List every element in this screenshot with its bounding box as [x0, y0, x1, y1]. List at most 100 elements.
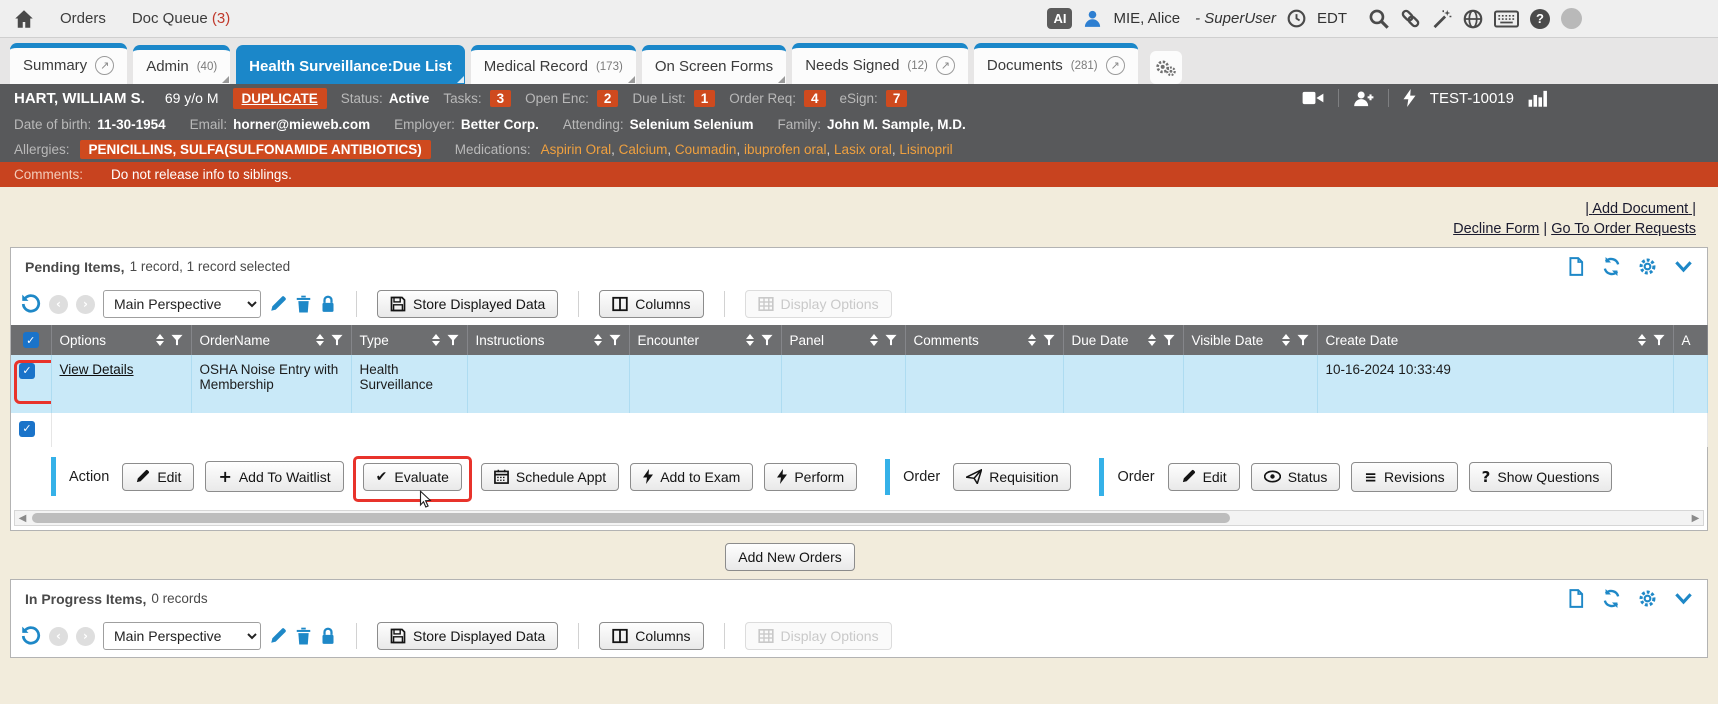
columns-button[interactable]: Columns [599, 290, 703, 318]
globe-icon[interactable] [1463, 9, 1483, 29]
filter-funnel-icon[interactable] [1653, 334, 1665, 346]
filter-funnel-icon[interactable] [171, 334, 183, 346]
add-person-icon[interactable] [1353, 90, 1374, 107]
refresh-icon[interactable] [1602, 589, 1621, 608]
next-perspective-icon[interactable]: › [76, 627, 95, 646]
sort-icon[interactable] [1282, 334, 1290, 346]
tab-admin[interactable]: Admin (40) [133, 45, 230, 84]
ai-badge[interactable]: AI [1047, 8, 1072, 29]
revisions-button[interactable]: ≡ Revisions [1351, 462, 1457, 492]
nav-doc-queue[interactable]: Doc Queue (3) [132, 10, 230, 27]
add-to-exam-button[interactable]: Add to Exam [630, 463, 753, 491]
duplicate-badge[interactable]: DUPLICATE [233, 88, 327, 109]
tab-documents[interactable]: Documents (281) ↗ [974, 43, 1138, 84]
evaluate-button[interactable]: ✔ Evaluate [363, 463, 462, 491]
next-perspective-icon[interactable]: › [76, 295, 95, 314]
sort-icon[interactable] [1028, 334, 1036, 346]
tab-on-screen-forms[interactable]: On Screen Forms [642, 45, 786, 84]
add-document-link[interactable]: Add Document [1585, 201, 1696, 217]
link-icon[interactable] [1400, 8, 1421, 29]
horizontal-scrollbar[interactable]: ◀ ▶ [14, 510, 1704, 526]
sort-icon[interactable] [1638, 334, 1646, 346]
perspective-select[interactable]: Main Perspective [103, 622, 261, 650]
collapse-chevron-icon[interactable] [1674, 591, 1693, 606]
order-req-count-badge[interactable]: 4 [804, 90, 826, 107]
filter-funnel-icon[interactable] [447, 334, 459, 346]
view-details-link[interactable]: View Details [60, 362, 134, 377]
delete-perspective-trash-icon[interactable] [295, 295, 312, 313]
home-icon[interactable] [14, 9, 34, 29]
filter-funnel-icon[interactable] [885, 334, 897, 346]
sort-icon[interactable] [316, 334, 324, 346]
store-displayed-data-button[interactable]: Store Displayed Data [377, 290, 558, 318]
allergies-badge[interactable]: PENICILLINS, SULFA(SULFONAMIDE ANTIBIOTI… [80, 140, 431, 159]
gear-icon[interactable] [1638, 589, 1657, 608]
pending-item-row[interactable]: View Details OSHA Noise Entry with Membe… [11, 355, 1707, 413]
perspective-select[interactable]: Main Perspective [103, 290, 261, 318]
sort-icon[interactable] [594, 334, 602, 346]
medication-link[interactable]: Lisinopril [899, 142, 952, 157]
reset-perspective-icon[interactable] [21, 626, 41, 646]
open-enc-count-badge[interactable]: 2 [597, 90, 619, 107]
sort-icon[interactable] [1148, 334, 1156, 346]
scroll-left-arrow[interactable]: ◀ [15, 511, 30, 525]
nav-orders[interactable]: Orders [60, 10, 106, 27]
collapse-chevron-icon[interactable] [1674, 259, 1693, 274]
scrollbar-thumb[interactable] [32, 513, 1230, 523]
wand-icon[interactable] [1432, 9, 1452, 29]
add-new-orders-button[interactable]: Add New Orders [725, 543, 854, 571]
filter-funnel-icon[interactable] [331, 334, 343, 346]
decline-form-link[interactable]: Decline Form [1453, 221, 1539, 237]
user-name[interactable]: MIE, Alice [1113, 10, 1180, 27]
help-icon[interactable]: ? [1530, 9, 1550, 29]
show-questions-button[interactable]: ? Show Questions [1469, 462, 1613, 492]
new-document-icon[interactable] [1567, 589, 1585, 608]
order-edit-button[interactable]: Edit [1168, 463, 1240, 491]
lock-perspective-icon[interactable] [320, 295, 336, 313]
video-camera-icon[interactable] [1302, 90, 1324, 106]
external-link-icon[interactable]: ↗ [1106, 56, 1125, 75]
footer-checkbox[interactable] [19, 421, 35, 437]
avatar[interactable] [1561, 8, 1582, 29]
new-document-icon[interactable] [1567, 257, 1585, 276]
add-to-waitlist-button[interactable]: + Add To Waitlist [205, 461, 343, 492]
medication-link[interactable]: Calcium [619, 142, 675, 157]
medication-link[interactable]: Lasix oral [834, 142, 899, 157]
columns-button[interactable]: Columns [599, 622, 703, 650]
reset-perspective-icon[interactable] [21, 294, 41, 314]
tab-summary[interactable]: Summary ↗ [10, 43, 127, 84]
sort-icon[interactable] [156, 334, 164, 346]
filter-funnel-icon[interactable] [609, 334, 621, 346]
prev-perspective-icon[interactable]: ‹ [49, 627, 68, 646]
prev-perspective-icon[interactable]: ‹ [49, 295, 68, 314]
filter-funnel-icon[interactable] [1297, 334, 1309, 346]
requisition-button[interactable]: Requisition [953, 463, 1071, 491]
bolt-icon[interactable] [1403, 89, 1416, 107]
tab-health-surveillance-due-list[interactable]: Health Surveillance:Due List [236, 45, 465, 84]
external-link-icon[interactable]: ↗ [936, 56, 955, 75]
perform-button[interactable]: Perform [764, 463, 857, 491]
schedule-appt-button[interactable]: Schedule Appt [481, 463, 619, 491]
sort-icon[interactable] [432, 334, 440, 346]
sort-icon[interactable] [746, 334, 754, 346]
bar-chart-icon[interactable] [1528, 90, 1548, 107]
refresh-icon[interactable] [1602, 257, 1621, 276]
store-displayed-data-button[interactable]: Store Displayed Data [377, 622, 558, 650]
lock-perspective-icon[interactable] [320, 627, 336, 645]
external-link-icon[interactable]: ↗ [95, 56, 114, 75]
status-button[interactable]: Status [1251, 463, 1341, 491]
due-list-count-badge[interactable]: 1 [694, 90, 716, 107]
sort-icon[interactable] [870, 334, 878, 346]
filter-funnel-icon[interactable] [1043, 334, 1055, 346]
filter-funnel-icon[interactable] [761, 334, 773, 346]
gear-icon[interactable] [1638, 257, 1657, 276]
chart-id[interactable]: TEST-10019 [1430, 90, 1514, 107]
go-to-order-requests-link[interactable]: Go To Order Requests [1551, 221, 1696, 237]
edit-button[interactable]: Edit [122, 463, 194, 491]
tab-settings-gears-icon[interactable] [1150, 51, 1182, 84]
scroll-right-arrow[interactable]: ▶ [1688, 511, 1703, 525]
search-icon[interactable] [1368, 8, 1389, 29]
keyboard-icon[interactable] [1494, 10, 1519, 28]
row-checkbox[interactable] [19, 363, 35, 379]
medication-link[interactable]: Coumadin [675, 142, 744, 157]
